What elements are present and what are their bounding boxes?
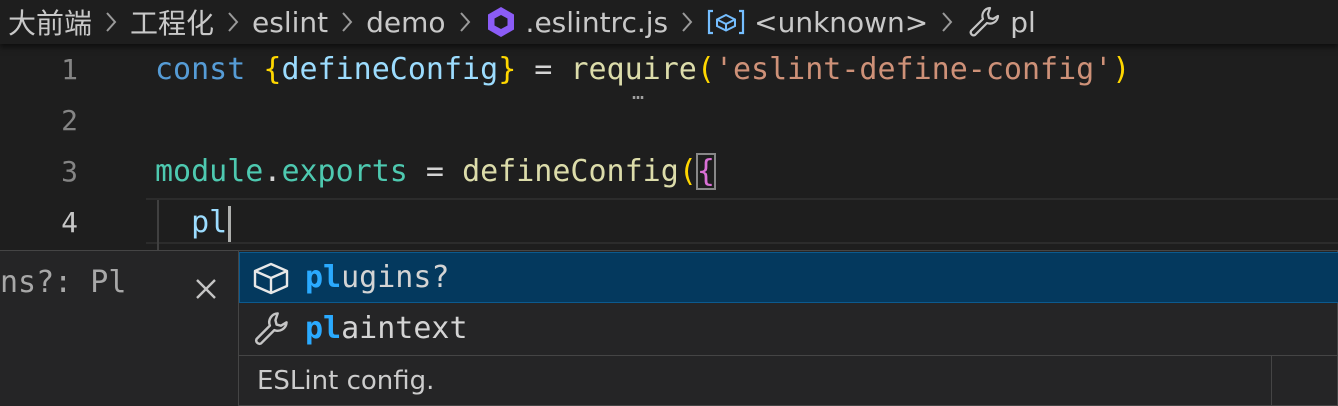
- open-paren: (: [696, 52, 715, 87]
- breadcrumb-label: demo: [366, 5, 446, 39]
- suggestion-item-plaintext[interactable]: plaintext: [239, 303, 1338, 354]
- breadcrumb-item-symbol-unknown[interactable]: <unknown>: [704, 0, 930, 44]
- suggestion-item-plugins[interactable]: plugins?: [239, 252, 1338, 303]
- module-icon: [706, 7, 746, 37]
- wrench-icon: [247, 303, 295, 354]
- code-line-2[interactable]: 2: [0, 95, 1338, 146]
- suggestion-match: pl: [305, 260, 342, 295]
- suggestion-rest: ugins?: [341, 260, 450, 295]
- suggestion-label: plaintext: [305, 311, 468, 346]
- chevron-right-icon: [940, 0, 954, 44]
- breadcrumb-label: <unknown>: [754, 5, 929, 39]
- function-defineconfig[interactable]: defineConfig: [462, 154, 679, 189]
- wrench-icon: [966, 4, 1002, 40]
- identifier-module: module: [155, 154, 264, 189]
- code-content[interactable]: module.exports = defineConfig({: [155, 146, 716, 197]
- close-brace: }: [498, 52, 517, 87]
- breadcrumb-label: 工程化: [130, 7, 215, 40]
- suggestion-label: plugins?: [305, 260, 450, 295]
- property-box-icon: [247, 252, 295, 303]
- suggestion-rest: aintext: [341, 311, 468, 346]
- close-paren: ): [1112, 52, 1131, 87]
- details-side-pane: [1271, 355, 1338, 406]
- chevron-right-icon: [226, 0, 240, 44]
- line-number: 3: [61, 155, 78, 188]
- line-number: 2: [61, 104, 78, 137]
- code-line-4[interactable]: 4 pl: [0, 197, 1338, 248]
- breadcrumb-item-folder-engineering[interactable]: 工程化: [128, 0, 216, 44]
- breadcrumb-label: .eslintrc.js: [525, 5, 669, 39]
- breadcrumb-label: 大前端: [8, 7, 93, 40]
- breadcrumb-label: eslint: [252, 5, 329, 39]
- breadcrumb-item-symbol-pl[interactable]: pl: [964, 0, 1038, 44]
- property-exports: exports: [281, 154, 408, 189]
- suggest-widget: plugins? plaintext ESLint config.: [238, 250, 1338, 406]
- keyword-const: const: [155, 52, 246, 87]
- breadcrumb: 大前端 工程化 eslint demo .eslintrc.js <unknow…: [0, 0, 1338, 44]
- dot-operator: .: [263, 154, 282, 189]
- text-cursor: [228, 205, 232, 242]
- code-content[interactable]: pl: [155, 197, 232, 248]
- suggestion-match: pl: [305, 311, 342, 346]
- open-paren: (: [678, 154, 697, 189]
- breadcrumb-item-file[interactable]: .eslintrc.js: [482, 0, 671, 44]
- code-line-3[interactable]: 3 module.exports = defineConfig({: [0, 146, 1338, 197]
- identifier-defineconfig: defineConfig: [281, 52, 499, 87]
- chevron-right-icon: [458, 0, 472, 44]
- breadcrumb-item-folder-eslint[interactable]: eslint: [250, 0, 330, 44]
- line-number: 4: [61, 206, 78, 239]
- assign-operator: =: [407, 154, 463, 189]
- suggest-details-panel: ns?: Pl: [0, 250, 238, 406]
- breadcrumb-label: pl: [1010, 5, 1036, 39]
- line-number: 1: [61, 53, 78, 86]
- code-line-1[interactable]: 1 const {defineConfig} = require('eslint…: [0, 44, 1338, 95]
- type-signature: ns?: Pl: [0, 265, 127, 300]
- typed-text: pl: [191, 205, 228, 240]
- breadcrumb-item-folder-frontend[interactable]: 大前端: [0, 0, 94, 44]
- open-brace: {: [263, 52, 282, 87]
- close-icon[interactable]: [192, 275, 220, 303]
- matched-open-brace: {: [695, 153, 716, 190]
- chevron-right-icon: [680, 0, 694, 44]
- chevron-right-icon: [340, 0, 354, 44]
- assign-operator: =: [516, 52, 571, 87]
- eslint-hex-icon: [484, 5, 518, 39]
- breadcrumb-item-folder-demo[interactable]: demo: [364, 0, 447, 44]
- suggestion-documentation: ESLint config.: [239, 355, 1271, 406]
- chevron-right-icon: [104, 0, 118, 44]
- string-literal: 'eslint-define-config': [714, 52, 1113, 87]
